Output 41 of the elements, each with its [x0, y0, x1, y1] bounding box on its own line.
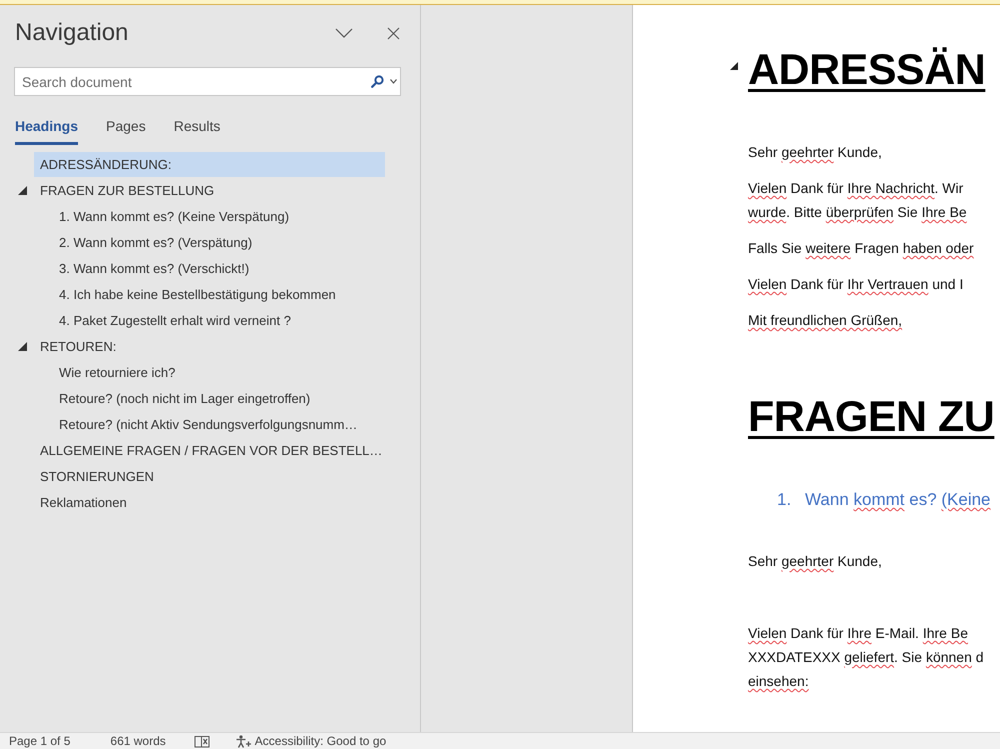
search-field[interactable]: Search document [14, 67, 401, 96]
pane-title: Navigation [15, 18, 128, 48]
document-heading: ADRESSÄN [748, 45, 986, 96]
heading-item[interactable]: 2. Wann kommt es? (Verspätung) [53, 230, 385, 254]
triangle-icon[interactable] [18, 186, 27, 194]
page-count-button[interactable]: Page 1 of 5 [9, 733, 70, 749]
heading-item[interactable]: Wie retourniere ich? [53, 360, 385, 384]
heading-item[interactable]: 3. Wann kommt es? (Verschickt!) [53, 256, 385, 280]
triangle-icon[interactable] [18, 342, 27, 350]
paragraph-text: Sehr geehrter Kunde, [748, 143, 883, 162]
accessibility-icon [234, 734, 252, 748]
heading-item[interactable]: 4. Ich habe keine Bestellbestätigung bekommen [53, 282, 385, 306]
heading-item[interactable]: Reklamationen [34, 490, 385, 514]
paragraph-text: Vielen Dank für Ihr Vertrauen und I [748, 275, 964, 294]
numbered-heading: 1. Wann kommt es? (Keine [777, 489, 992, 511]
pane-tab[interactable]: Results [174, 118, 220, 145]
chevron-down-icon[interactable] [335, 28, 353, 38]
heading-item[interactable]: ALLGEMEINE FRAGEN / FRAGEN VOR DER BESTELL… [34, 438, 385, 462]
close-icon[interactable] [387, 26, 400, 40]
paragraph-text: Falls Sie weitere Fragen haben oder [748, 239, 975, 258]
word-count-button[interactable]: 661 words [110, 733, 166, 749]
heading-item[interactable]: STORNIERUNGEN [34, 464, 385, 488]
heading-item[interactable]: RETOUREN: [34, 334, 385, 358]
pane-tab[interactable]: Headings [15, 118, 78, 145]
heading-item[interactable]: Retoure? (nicht Aktiv Sendungsverfolgungsnumm… [53, 412, 385, 436]
document-heading: FRAGEN ZU [748, 392, 994, 443]
triangle-icon[interactable] [730, 62, 738, 70]
paragraph-text: Vielen Dank für Ihre E-Mail. Ihre Be XXXDATEXXX geliefert. Sie können d einsehen: [748, 624, 985, 691]
book-x-icon[interactable] [194, 734, 210, 748]
paragraph-text: Mit freundlichen Grüßen, [748, 311, 904, 330]
heading-item[interactable]: ADRESSÄNDERUNG: [34, 152, 385, 176]
search-icon[interactable] [371, 75, 384, 88]
paragraph-text: Sehr geehrter Kunde, [748, 552, 883, 571]
heading-item[interactable]: 1. Wann kommt es? (Keine Verspätung) [53, 204, 385, 228]
caret-down-icon[interactable] [390, 79, 397, 84]
heading-item[interactable]: 4. Paket Zugestellt erhalt wird verneint ? [53, 308, 385, 332]
heading-item[interactable]: FRAGEN ZUR BESTELLUNG [34, 178, 385, 202]
paragraph-text: Vielen Dank für Ihre Nachricht. Wir wurde. Bitte überprüfen Sie Ihre Be [748, 179, 968, 222]
pane-tab[interactable]: Pages [106, 118, 146, 145]
heading-item[interactable]: Retoure? (noch nicht im Lager eingetroffen) [53, 386, 385, 410]
accessibility-button[interactable]: Accessibility: Good to go [234, 733, 386, 749]
